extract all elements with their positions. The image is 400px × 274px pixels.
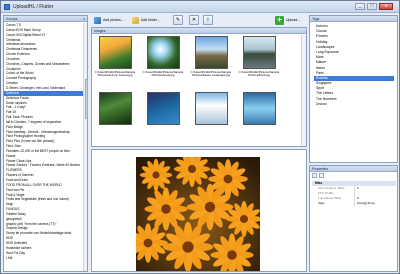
image-caption: C:\Users\Public\Pictures\Sample Pictures…	[142, 70, 184, 78]
tags-panel-header: Tags	[310, 16, 397, 22]
properties-category[interactable]: Misc	[312, 181, 396, 186]
autumn-leaves-thumbnail	[99, 36, 132, 69]
image-tile[interactable]	[142, 92, 184, 147]
add-folder-label: Add folder...	[141, 18, 160, 22]
images-panel: Images C:\Users\Public\Pictures\Sample P…	[91, 27, 307, 147]
frangipani-thumbnail	[195, 92, 228, 125]
property-row[interactable]: FTC Profile	[312, 191, 396, 196]
image-caption: C:\Users\Public\Pictures\Sample Pictures…	[190, 70, 232, 78]
app-icon	[4, 4, 10, 10]
window-title: UploadHL / Flutter	[13, 4, 54, 10]
preview-panel	[91, 149, 307, 272]
images-panel-header: Images	[92, 28, 306, 34]
property-key: Tags	[318, 201, 325, 205]
groups-scroll-thumb[interactable]	[84, 79, 88, 119]
add-photos-button[interactable]: Add photos...	[91, 15, 127, 25]
image-caption: C:\Users\Public\Pictures\Sample Pictures…	[94, 70, 136, 78]
groups-panel-header: Groups x	[4, 16, 87, 22]
property-value	[354, 191, 396, 196]
properties-panel-header: Properties	[310, 166, 397, 172]
maximize-button[interactable]: □	[367, 3, 377, 10]
property-key: FTC Profile	[318, 191, 334, 195]
property-key: Chrominance Table	[318, 186, 345, 190]
groups-scrollbar[interactable]	[83, 23, 88, 271]
groups-list: Canon 7 D Canon EOS Mark Group Canon 500 D…	[4, 23, 84, 271]
image-tile[interactable]	[94, 92, 136, 147]
main-window: UploadHL / Flutter _ □ x Groups x Canon …	[0, 0, 400, 274]
add-photos-label: Add photos...	[103, 18, 124, 22]
property-row[interactable]: Luminance Table 0	[312, 196, 396, 201]
categorized-icon[interactable]	[312, 173, 317, 178]
toolbar: Add photos... Add folder... ✎ ✕ i + Uplo…	[91, 15, 307, 26]
images-scrollbar[interactable]	[301, 35, 306, 146]
minimize-button[interactable]: _	[355, 3, 365, 10]
property-value: 0	[354, 196, 396, 201]
group-item[interactable]: I AM	[4, 256, 84, 261]
tag-item[interactable]: Uncool	[314, 102, 394, 107]
image-tile-selected[interactable]	[238, 92, 280, 147]
add-folder-button[interactable]: Add folder...	[129, 15, 163, 25]
upload-label: Upload...	[286, 18, 301, 22]
property-value: 0	[354, 186, 396, 191]
image-grid: C:\Users\Public\Pictures\Sample Pictures…	[94, 36, 300, 146]
properties-panel: Properties Misc Chrominance Table 0 FTC …	[309, 165, 398, 272]
groups-panel-title: Groups	[6, 17, 18, 21]
image-tile[interactable]	[190, 92, 232, 147]
properties-toolbar	[312, 173, 324, 179]
tags-panel-title: Tags	[312, 17, 320, 21]
forest-flowers-thumbnail	[147, 92, 180, 125]
tags-panel: Tags Autumn Clouds Flowers Holiday Landscape…	[309, 15, 398, 163]
info-icon[interactable]: i	[203, 15, 213, 25]
forest-thumbnail	[99, 92, 132, 125]
folder-icon	[132, 16, 139, 24]
tags-list: Autumn Clouds Flowers Holiday Landscapes Long…	[314, 24, 394, 107]
property-value: String[] Array	[354, 201, 396, 206]
upload-button[interactable]: + Upload...	[275, 15, 300, 25]
property-row[interactable]: Chrominance Table 0	[312, 186, 396, 191]
image-tile[interactable]: C:\Users\Public\Pictures\Sample Pictures…	[238, 36, 280, 91]
property-row[interactable]: Tags String[] Array	[312, 201, 396, 206]
groups-panel: Groups x Canon 7 D Canon EOS Mark Group Ca…	[3, 15, 88, 272]
creek-thumbnail	[147, 36, 180, 69]
upload-plus-icon: +	[275, 15, 284, 25]
image-tile[interactable]: C:\Users\Public\Pictures\Sample Pictures…	[94, 36, 136, 91]
image-tile[interactable]: C:\Users\Public\Pictures\Sample Pictures…	[190, 36, 232, 91]
image-caption: C:\Users\Public\Pictures\Sample Pictures…	[238, 70, 280, 78]
desert-landscape-thumbnail	[195, 36, 228, 69]
preview-image	[136, 157, 260, 271]
alphabetical-icon[interactable]	[319, 173, 324, 178]
close-button[interactable]: x	[379, 3, 393, 10]
property-key: Luminance Table	[318, 196, 342, 200]
remove-icon[interactable]: ✕	[189, 15, 199, 25]
edit-icon[interactable]: ✎	[173, 15, 183, 25]
dock-thumbnail	[243, 36, 276, 69]
photos-icon	[94, 16, 101, 24]
image-tile[interactable]: C:\Users\Public\Pictures\Sample Pictures…	[142, 36, 184, 91]
properties-panel-title: Properties	[312, 167, 328, 171]
images-panel-title: Images	[94, 29, 106, 33]
groups-panel-close-icon[interactable]: x	[83, 16, 85, 22]
garden-thumbnail	[243, 92, 276, 125]
title-bar[interactable]: UploadHL / Flutter _ □ x	[1, 1, 399, 13]
